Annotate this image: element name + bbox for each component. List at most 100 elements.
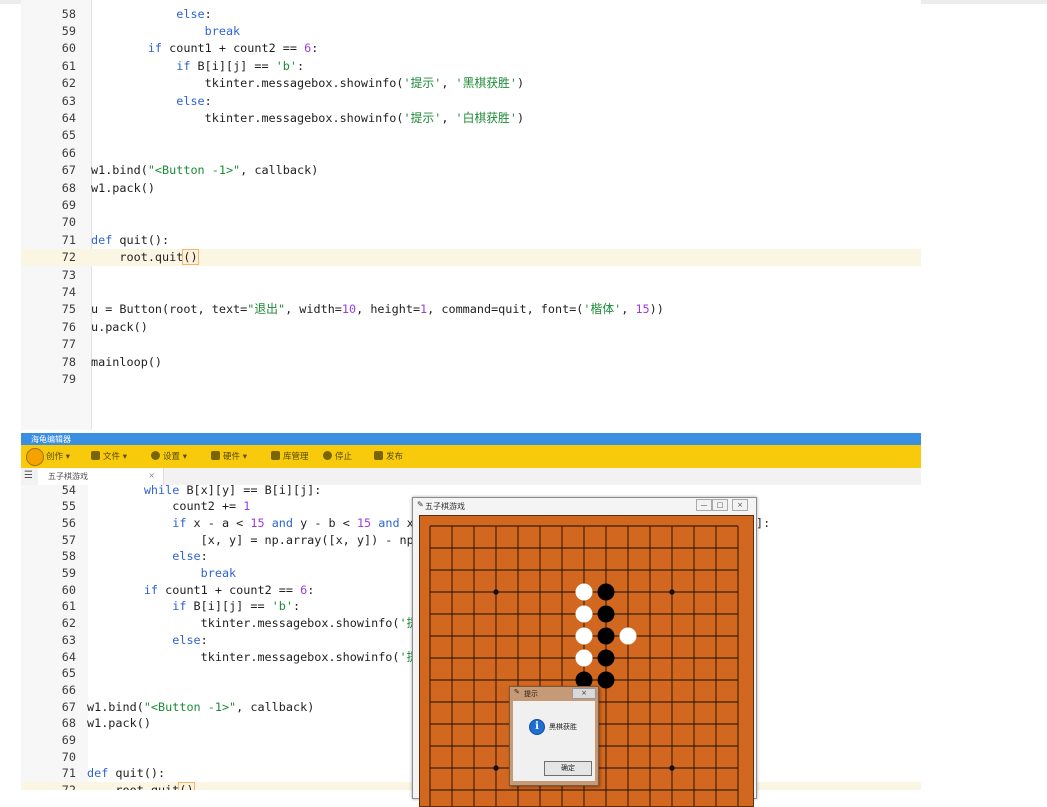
tab-gomoku[interactable]: 五子棋游戏 × — [38, 468, 164, 485]
code-text: if B[i][j] == 'b': — [172, 599, 301, 614]
minimize-button[interactable]: — — [696, 499, 712, 511]
code-text: else: — [176, 6, 212, 21]
star-point — [669, 765, 675, 771]
game-window-title: 五子棋游戏 — [425, 502, 465, 511]
line-number: 78 — [61, 354, 76, 369]
code-line: 71 def quit(): — [21, 232, 921, 249]
dialog-close-button[interactable]: × — [572, 688, 596, 699]
line-number: 64 — [61, 649, 76, 664]
ok-button[interactable]: 确定 — [544, 761, 592, 776]
code-line: 68 w1.pack() — [21, 180, 921, 197]
line-number: 73 — [61, 267, 76, 282]
tk-feather-icon: ✎ — [514, 688, 520, 696]
line-number: 54 — [61, 485, 76, 497]
code-text: count2 += 1 — [172, 499, 251, 514]
tk-feather-icon: ✎ — [417, 500, 424, 509]
star-point — [669, 589, 675, 595]
star-point — [493, 765, 499, 771]
create-menu-button[interactable]: 创作 ▾ — [46, 450, 70, 464]
win-message-dialog: ✎ 提示 × i 黑棋获胜 确定 — [509, 686, 599, 786]
line-number: 55 — [61, 499, 76, 514]
hamburger-menu-icon[interactable]: ☰ — [24, 471, 34, 481]
white-stone — [575, 605, 593, 623]
line-number: 70 — [61, 215, 76, 230]
white-stone — [575, 627, 593, 645]
line-number: 62 — [61, 616, 76, 631]
line-number: 72 — [61, 250, 76, 265]
black-stone — [597, 605, 615, 623]
code-editor-top[interactable]: 58 else: 59 break 60 if count1 + count2 ==… — [21, 0, 921, 430]
code-line: 64 tkinter.messagebox.showinfo('提示', '白棋… — [21, 110, 921, 127]
code-line: 59 break — [21, 23, 921, 40]
stop-button[interactable]: 停止 — [323, 450, 352, 464]
code-line: 65 — [21, 127, 921, 144]
black-stone — [597, 583, 615, 601]
tab-label: 五子棋游戏 — [48, 472, 88, 481]
star-point — [493, 589, 499, 595]
code-text: break — [200, 566, 237, 580]
code-line: 76 u.pack() — [21, 319, 921, 336]
code-line: 61 if B[i][j] == 'b': — [21, 58, 921, 75]
code-text: root.quit() — [87, 782, 195, 790]
line-number: 66 — [61, 145, 76, 160]
ide-toolbar: 创作 ▾ 文件 ▾ 设置 ▾ 硬件 ▾ 库管理 停止 发布 — [21, 445, 921, 468]
gear-icon — [151, 451, 160, 460]
line-number: 56 — [61, 515, 76, 530]
maximize-button[interactable]: □ — [712, 499, 728, 511]
code-text: if x - a < 15 and y - b < 15 and x - — [172, 515, 428, 530]
tab-close-icon[interactable]: × — [148, 471, 155, 480]
code-text: [x, y] = np.array([x, y]) - np.ar — [200, 532, 436, 547]
code-line: 63 else: — [21, 93, 921, 110]
code-line: 69 — [21, 197, 921, 214]
code-text: w1.bind("<Button -1>", callback) — [87, 699, 315, 714]
code-text: if count1 + count2 == 6: — [143, 582, 315, 597]
code-text: else: — [172, 632, 208, 647]
code-fragment: ]: — [756, 516, 771, 530]
code-text: tkinter.messagebox.showinfo('提示', '白棋获胜'… — [204, 110, 525, 125]
line-number: 67 — [61, 163, 76, 178]
dialog-title: 提示 — [524, 690, 538, 698]
library-button[interactable]: 库管理 — [271, 450, 309, 464]
line-number: 63 — [61, 632, 76, 647]
line-number: 69 — [61, 197, 76, 212]
code-text: else: — [176, 93, 212, 108]
code-text: def quit(): — [87, 766, 166, 781]
line-number: 71 — [61, 766, 76, 781]
code-line: 67 w1.bind("<Button -1>", callback) — [21, 162, 921, 179]
dialog-body: i 黑棋获胜 确定 — [513, 701, 595, 781]
line-number: 75 — [61, 302, 76, 317]
line-number: 76 — [61, 319, 76, 334]
line-number: 70 — [61, 749, 76, 764]
publish-button[interactable]: 发布 — [374, 450, 403, 464]
line-number: 59 — [61, 566, 76, 580]
code-line: 73 — [21, 267, 921, 284]
file-menu-button[interactable]: 文件 ▾ — [91, 450, 127, 464]
code-text: def quit(): — [91, 232, 170, 247]
line-number: 61 — [61, 58, 76, 73]
line-number: 63 — [61, 93, 76, 108]
code-text: if count1 + count2 == 6: — [147, 41, 319, 56]
line-number: 58 — [61, 549, 76, 564]
turtle-logo-icon — [26, 448, 44, 466]
line-number: 64 — [61, 110, 76, 125]
close-button[interactable]: × — [732, 499, 748, 511]
line-number: 74 — [61, 284, 76, 299]
line-number: 65 — [61, 128, 76, 143]
stop-icon — [323, 451, 332, 460]
code-line: 75 u = Button(root, text="退出", width=10, … — [21, 301, 921, 318]
line-number: 68 — [61, 716, 76, 731]
line-number: 72 — [21, 782, 76, 790]
mail-icon — [271, 451, 280, 460]
code-text: u.pack() — [91, 319, 148, 334]
black-stone — [597, 627, 615, 645]
code-line: 66 — [21, 145, 921, 162]
code-text: tkinter.messagebox.showinfo('提示', '黑棋获胜'… — [204, 76, 525, 91]
code-text: tkinter.messagebox.showinfo('提示 — [200, 616, 431, 631]
code-text: mainloop() — [91, 354, 163, 369]
code-text: root.quit() — [119, 249, 199, 266]
settings-menu-button[interactable]: 设置 ▾ — [151, 450, 187, 464]
line-number: 57 — [61, 532, 76, 547]
hardware-menu-button[interactable]: 硬件 ▾ — [211, 450, 247, 464]
line-number: 59 — [61, 23, 76, 38]
line-number: 67 — [61, 699, 76, 714]
